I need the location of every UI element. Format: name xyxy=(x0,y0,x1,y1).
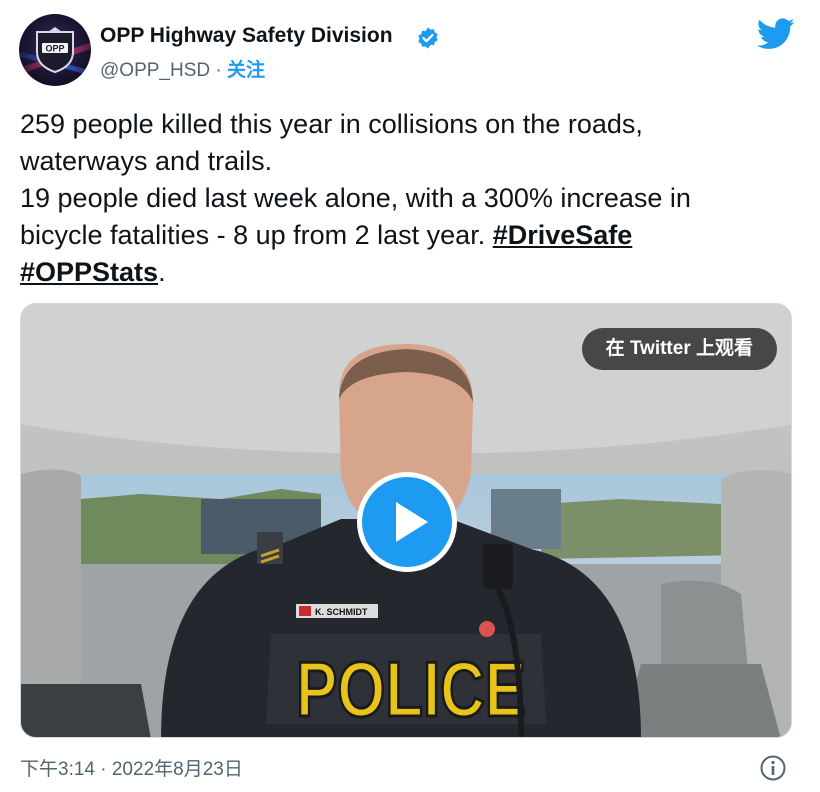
author-name[interactable]: OPP Highway Safety Division xyxy=(100,24,393,48)
separator-dot: · xyxy=(215,60,222,81)
tweet-timestamp[interactable]: 下午3:14 · 2022年8月23日 xyxy=(20,754,243,781)
avatar[interactable]: OPP xyxy=(19,14,91,86)
watch-on-twitter-button[interactable]: 在 Twitter 上观看 xyxy=(581,328,777,370)
author-handle[interactable]: @OPP_HSD xyxy=(100,60,210,81)
tweet-line: 259 people killed this year in collision… xyxy=(20,109,643,139)
svg-text:POLICE: POLICE xyxy=(296,645,526,733)
play-icon xyxy=(396,502,428,542)
hashtag-oppstats[interactable]: #OPPStats xyxy=(20,257,158,287)
tweet-line: bicycle fatalities - 8 up from 2 last ye… xyxy=(20,220,493,250)
tweet-line-with-hashtag: #OPPStats. xyxy=(20,254,800,291)
tweet-line: waterways and trails. xyxy=(20,146,273,176)
tweet-line: 19 people died last week alone, with a 3… xyxy=(20,183,691,213)
play-button-disc xyxy=(362,477,452,567)
info-icon[interactable] xyxy=(759,754,787,782)
play-button[interactable] xyxy=(357,472,457,572)
tweet-line-with-hashtag: bicycle fatalities - 8 up from 2 last ye… xyxy=(20,217,800,254)
verified-badge-icon xyxy=(418,27,438,49)
author-handle-row: @OPP_HSD · 关注 xyxy=(100,55,265,82)
twitter-bird-icon[interactable] xyxy=(757,18,795,50)
opp-crest-icon: OPP xyxy=(36,27,74,74)
tweet-text: 259 people killed this year in collision… xyxy=(20,106,800,291)
hashtag-drivesafe[interactable]: #DriveSafe xyxy=(493,220,633,250)
trailing-period: . xyxy=(158,257,166,287)
svg-text:OPP: OPP xyxy=(45,44,64,54)
svg-text:K. SCHMIDT: K. SCHMIDT xyxy=(315,607,368,617)
follow-button[interactable]: 关注 xyxy=(227,60,265,81)
video-player[interactable]: K. SCHMIDT POLICE 在 Twitter 上观看 xyxy=(20,303,792,738)
